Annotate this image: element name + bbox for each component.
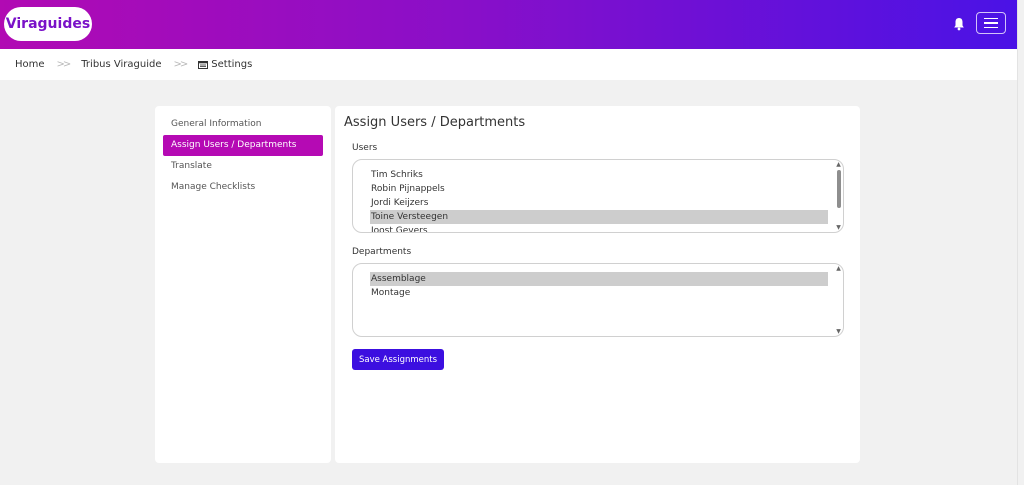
breadcrumb: Home >> Tribus Viraguide >> Settings	[0, 49, 1017, 80]
breadcrumb-settings: Settings	[211, 59, 253, 70]
user-option[interactable]: Joost Gevers	[370, 224, 828, 232]
brand-logo[interactable]: Viraguides	[4, 7, 92, 41]
main-panel: Assign Users / Departments Users Tim Sch…	[335, 106, 860, 463]
breadcrumb-home[interactable]: Home	[15, 59, 45, 70]
hamburger-icon-bar	[984, 26, 998, 29]
departments-multiselect[interactable]: Assemblage Montage ▲ ▼	[352, 263, 844, 337]
user-option[interactable]: Jordi Keijzers	[370, 196, 828, 210]
save-assignments-button[interactable]: Save Assignments	[352, 349, 444, 370]
settings-window-icon	[198, 60, 209, 69]
scroll-up-arrow-icon[interactable]: ▲	[835, 162, 842, 168]
users-label: Users	[352, 143, 378, 153]
user-option[interactable]: Tim Schriks	[370, 168, 828, 182]
sidebar-item-assign-users-departments[interactable]: Assign Users / Departments	[163, 135, 323, 156]
breadcrumb-tribus-viraguide[interactable]: Tribus Viraguide	[81, 59, 161, 70]
bell-icon[interactable]	[953, 17, 965, 31]
hamburger-icon-bar	[984, 17, 998, 20]
users-multiselect[interactable]: Tim Schriks Robin Pijnappels Jordi Keijz…	[352, 159, 844, 233]
department-option[interactable]: Montage	[370, 286, 828, 300]
top-navbar: Viraguides	[0, 0, 1017, 49]
departments-label: Departments	[352, 247, 412, 257]
breadcrumb-separator: >>	[56, 59, 72, 70]
user-option[interactable]: Robin Pijnappels	[370, 182, 828, 196]
sidebar-item-translate[interactable]: Translate	[163, 156, 323, 177]
breadcrumb-separator: >>	[173, 59, 189, 70]
hamburger-menu-button[interactable]	[976, 12, 1006, 34]
scroll-down-arrow-icon[interactable]: ▼	[835, 329, 842, 335]
department-option-selected[interactable]: Assemblage	[370, 272, 828, 286]
user-option-selected[interactable]: Toine Versteegen	[370, 210, 828, 224]
page-title: Assign Users / Departments	[344, 115, 526, 130]
scroll-up-arrow-icon[interactable]: ▲	[835, 266, 842, 272]
sidebar-item-manage-checklists[interactable]: Manage Checklists	[163, 177, 323, 198]
page-scrollbar[interactable]	[1017, 0, 1024, 485]
sidebar-item-general-information[interactable]: General Information	[163, 114, 323, 135]
hamburger-icon-bar	[984, 22, 998, 24]
users-scrollbar-thumb[interactable]	[837, 170, 841, 208]
scroll-down-arrow-icon[interactable]: ▼	[835, 225, 842, 231]
settings-sidebar: General Information Assign Users / Depar…	[155, 106, 331, 463]
